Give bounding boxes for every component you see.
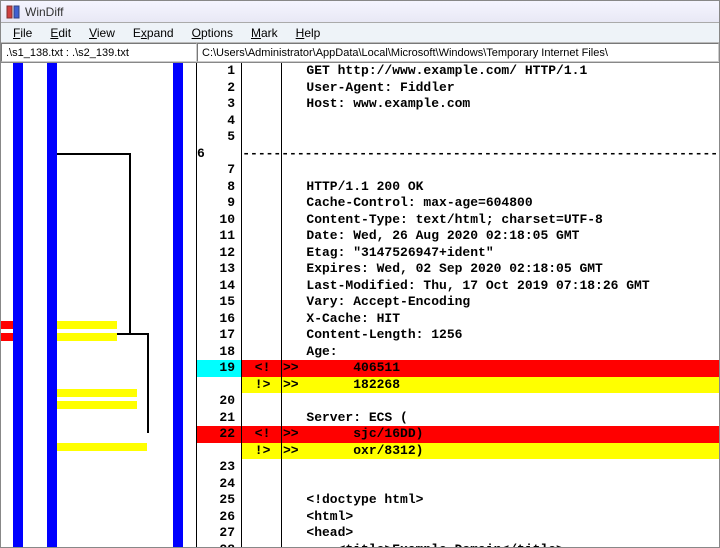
diff-line: 3 Host: www.example.com [197, 96, 719, 113]
content-area: 1 GET http://www.example.com/ HTTP/1.1 2… [1, 63, 719, 547]
diff-line-right: !>>> oxr/8312) [197, 443, 719, 460]
outline-panel[interactable] [1, 63, 197, 547]
diff-line: 27 <head> [197, 525, 719, 542]
outline-diff-red [1, 321, 13, 329]
titlebar: WinDiff [1, 1, 719, 23]
outline-diff-yellow [57, 389, 137, 397]
menu-edit[interactable]: Edit [42, 24, 79, 42]
menu-mark[interactable]: Mark [243, 24, 286, 42]
gutter-separator-2 [281, 63, 282, 547]
diff-line-left: 22 <!>> sjc/16DD) [197, 426, 719, 443]
menu-expand[interactable]: Expand [125, 24, 182, 42]
diff-line: 14 Last-Modified: Thu, 17 Oct 2019 07:18… [197, 278, 719, 295]
diff-line: 8 HTTP/1.1 200 OK [197, 179, 719, 196]
diff-line: 23 [197, 459, 719, 476]
diff-line: 16 X-Cache: HIT [197, 311, 719, 328]
diff-line: 9 Cache-Control: max-age=604800 [197, 195, 719, 212]
menu-help[interactable]: Help [288, 24, 329, 42]
window-title: WinDiff [25, 5, 63, 19]
outline-bar-right [173, 63, 183, 547]
diff-line-left: 19 <!>> 406511 [197, 360, 719, 377]
diff-line-right: !>>> 182268 [197, 377, 719, 394]
outline-diff-yellow [57, 443, 147, 451]
outline-bar-left [13, 63, 23, 547]
gutter-separator [241, 63, 242, 547]
diff-line: 4 [197, 113, 719, 130]
app-icon [5, 4, 21, 20]
outline-diff-red [1, 333, 13, 341]
diff-line: 25 <!doctype html> [197, 492, 719, 509]
outline-mark [57, 153, 129, 155]
diff-line: 24 [197, 476, 719, 493]
diff-line: 21 Server: ECS ( [197, 410, 719, 427]
diff-line: 26 <html> [197, 509, 719, 526]
diff-line: 20 [197, 393, 719, 410]
diff-line: 7 [197, 162, 719, 179]
menubar: File Edit View Expand Options Mark Help [1, 23, 719, 43]
menu-view[interactable]: View [81, 24, 123, 42]
diff-line: 18 Age: [197, 344, 719, 361]
diff-line: 6 --------------------------------------… [197, 146, 719, 163]
menu-options[interactable]: Options [184, 24, 241, 42]
outline-mark [129, 153, 131, 333]
menu-file[interactable]: File [5, 24, 40, 42]
diff-panel[interactable]: 1 GET http://www.example.com/ HTTP/1.1 2… [197, 63, 719, 547]
outline-bar-mid [47, 63, 57, 547]
compared-files-label[interactable]: .\s1_138.txt : .\s2_139.txt [1, 43, 197, 62]
full-path-label[interactable]: C:\Users\Administrator\AppData\Local\Mic… [197, 43, 719, 62]
diff-line: 1 GET http://www.example.com/ HTTP/1.1 [197, 63, 719, 80]
diff-line: 11 Date: Wed, 26 Aug 2020 02:18:05 GMT [197, 228, 719, 245]
diff-line: 28 <title>Example Domain</title> [197, 542, 719, 548]
outline-diff-yellow [57, 321, 117, 329]
diff-line: 2 User-Agent: Fiddler [197, 80, 719, 97]
diff-line: 17 Content-Length: 1256 [197, 327, 719, 344]
outline-diff-yellow [57, 401, 137, 409]
diff-line: 13 Expires: Wed, 02 Sep 2020 02:18:05 GM… [197, 261, 719, 278]
diff-line: 10 Content-Type: text/html; charset=UTF-… [197, 212, 719, 229]
diff-line: 15 Vary: Accept-Encoding [197, 294, 719, 311]
outline-diff-yellow [57, 333, 117, 341]
pathbar: .\s1_138.txt : .\s2_139.txt C:\Users\Adm… [1, 43, 719, 63]
diff-line: 12 Etag: "3147526947+ident" [197, 245, 719, 262]
outline-mark [147, 333, 149, 433]
diff-line: 5 [197, 129, 719, 146]
